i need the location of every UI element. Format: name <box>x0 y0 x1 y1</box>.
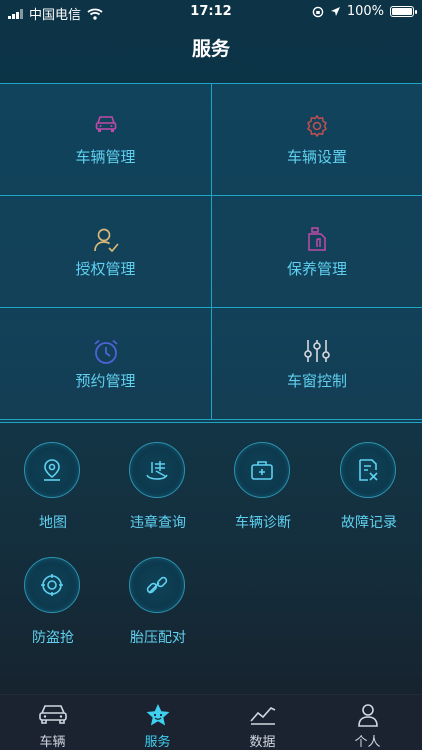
tab-label: 个人 <box>354 735 381 750</box>
tab-data[interactable]: 数据 <box>210 695 315 750</box>
service-label: 车辆诊断 <box>235 515 291 531</box>
tab-profile[interactable]: 个人 <box>315 695 420 750</box>
grid-item-reservation[interactable]: 预约管理 <box>0 308 211 420</box>
service-tire-pressure-pairing[interactable]: 胎压配对 <box>108 557 208 667</box>
grid-item-label: 车辆设置 <box>286 148 347 166</box>
sliders-icon <box>304 340 330 362</box>
grid-item-vehicle-management[interactable]: 车辆管理 <box>0 84 211 196</box>
user-check-icon <box>93 228 119 253</box>
service-violation-query[interactable]: 违章查询 <box>108 442 208 552</box>
tab-label: 服务 <box>144 735 171 750</box>
battery-icon <box>390 6 417 17</box>
status-bar: 中国电信 17:12 100% <box>0 0 422 24</box>
grid-item-label: 车辆管理 <box>75 148 136 166</box>
grid-item-label: 保养管理 <box>286 260 347 278</box>
service-label: 地图 <box>39 515 67 531</box>
map-pin-icon <box>44 459 60 481</box>
service-diagnosis[interactable]: 车辆诊断 <box>213 442 313 552</box>
grid-item-label: 授权管理 <box>75 260 136 278</box>
tab-label: 车辆 <box>39 735 66 750</box>
fault-record-icon <box>359 459 378 481</box>
service-anti-theft[interactable]: 防盗抢 <box>3 557 103 667</box>
gear-icon <box>307 114 327 138</box>
grid-item-label: 预约管理 <box>75 372 136 390</box>
grid-item-label: 车窗控制 <box>286 372 347 390</box>
chart-line-icon <box>249 707 275 725</box>
link-icon <box>146 576 168 594</box>
location-icon <box>330 7 340 16</box>
anti-theft-icon <box>41 574 63 596</box>
service-fault-record[interactable]: 故障记录 <box>319 442 419 552</box>
tab-vehicle[interactable]: 车辆 <box>0 695 105 750</box>
service-label: 胎压配对 <box>130 630 186 646</box>
star-icon <box>146 704 169 726</box>
medkit-icon <box>251 461 273 480</box>
car-icon <box>38 705 67 724</box>
rotation-lock-icon <box>312 6 324 17</box>
service-map[interactable]: 地图 <box>3 442 103 552</box>
service-label: 防盗抢 <box>32 630 74 646</box>
tab-service[interactable]: 服务 <box>105 695 210 750</box>
battery-percent: 100% <box>346 4 384 19</box>
oil-can-icon <box>308 227 326 251</box>
grid-item-vehicle-settings[interactable]: 车辆设置 <box>211 84 422 196</box>
service-label: 违章查询 <box>130 515 186 531</box>
tab-label: 数据 <box>249 735 276 750</box>
car-icon <box>95 116 116 132</box>
alarm-clock-icon <box>93 339 118 364</box>
grid-item-authorization[interactable]: 授权管理 <box>0 196 211 308</box>
service-label: 故障记录 <box>341 515 397 531</box>
person-icon <box>357 704 378 727</box>
tab-bar: 车辆 服务 数据 个人 <box>0 694 422 750</box>
page-title: 服务 <box>191 38 230 60</box>
violation-icon <box>146 461 168 480</box>
grid-item-window-control[interactable]: 车窗控制 <box>211 308 422 420</box>
service-grid: 车辆管理 车辆设置 授权管理 保养管理 预约管理 车窗控制 <box>0 83 422 423</box>
grid-item-maintenance[interactable]: 保养管理 <box>211 196 422 308</box>
